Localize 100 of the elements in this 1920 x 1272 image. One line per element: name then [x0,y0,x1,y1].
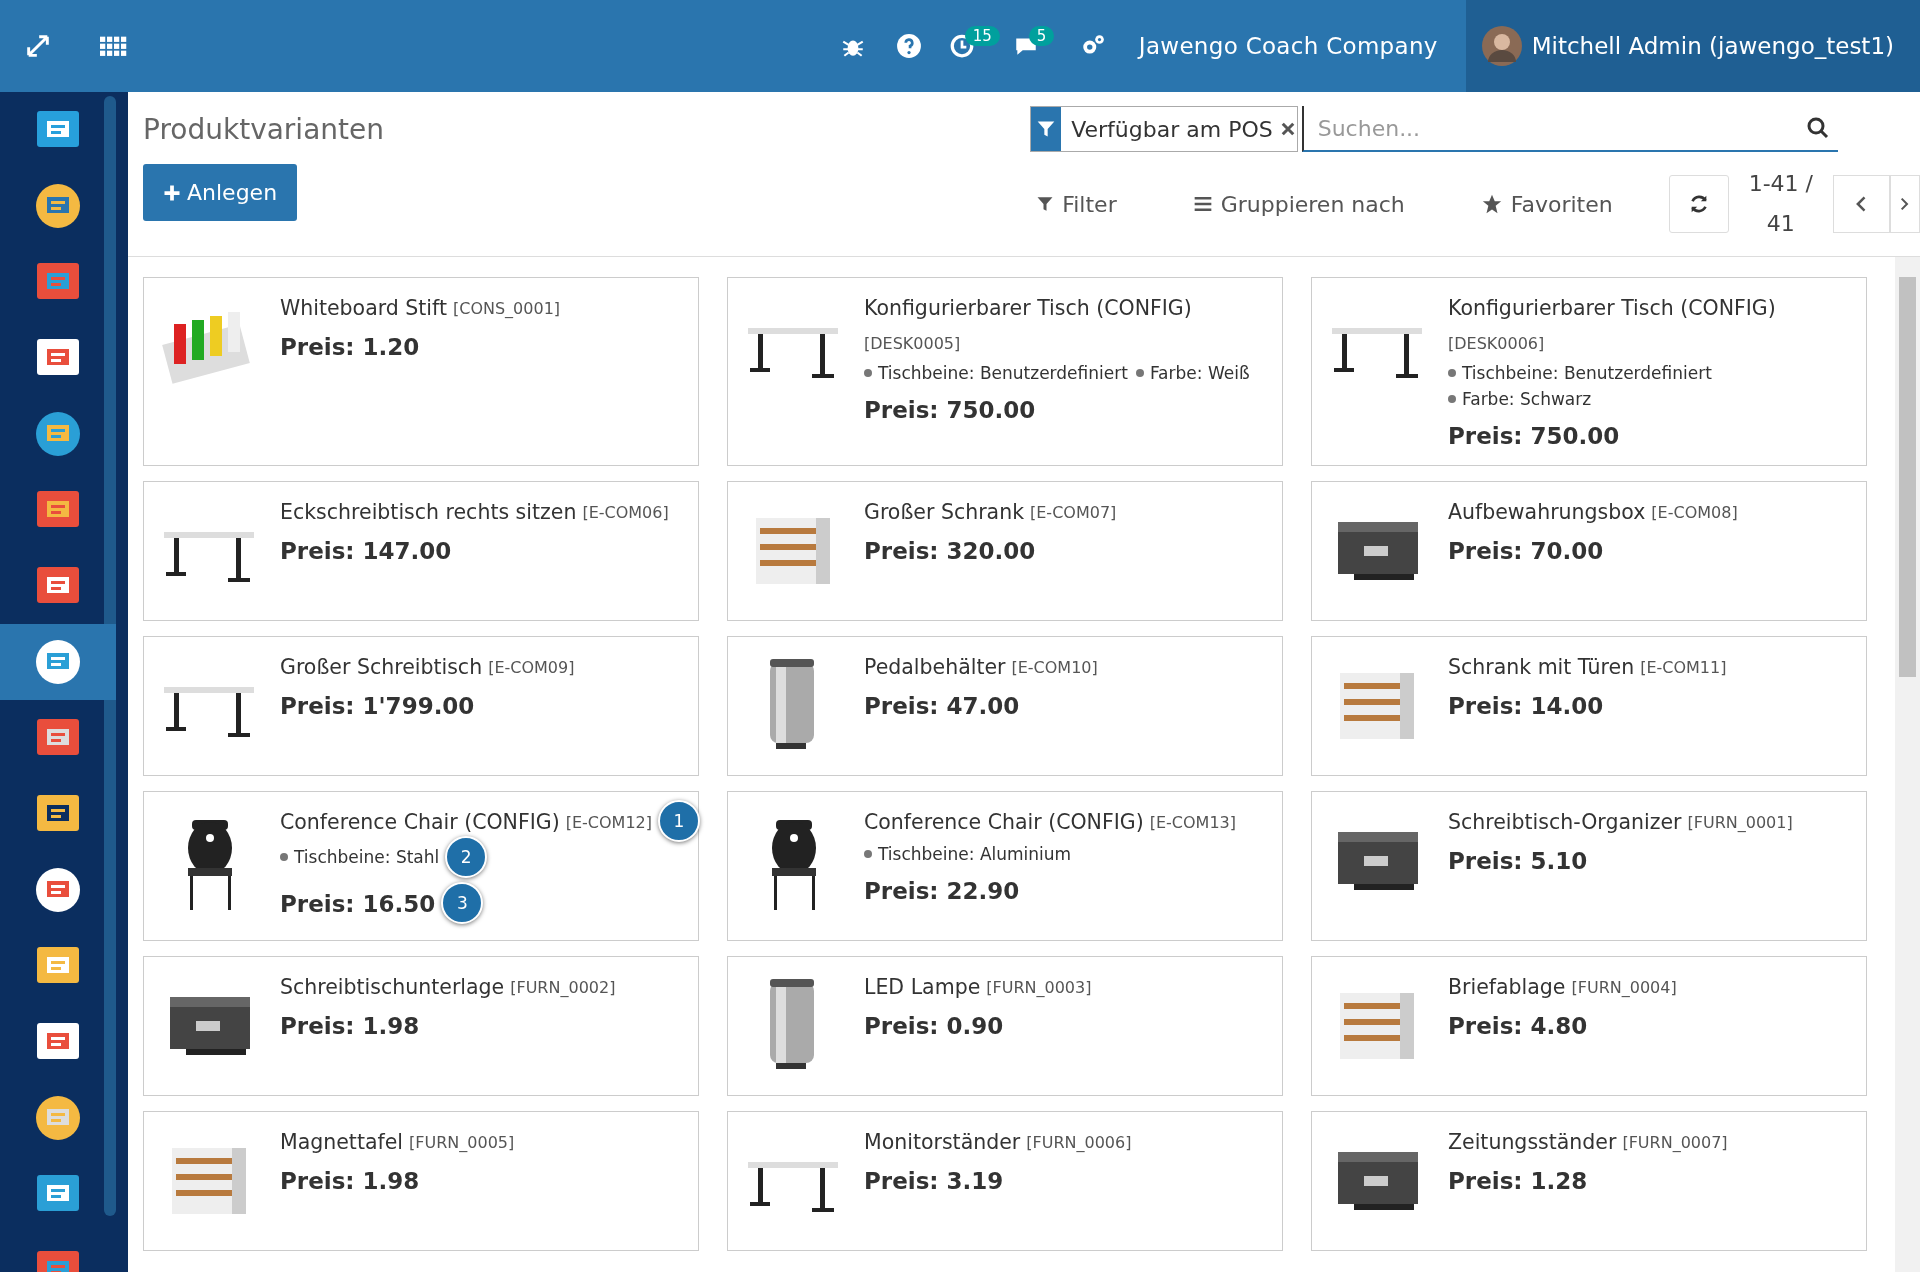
product-price: Preis: 1'799.00 [280,693,475,719]
product-reference: [FURN_0004] [1571,977,1677,997]
product-reference: [DESK0005] [864,334,962,353]
product-name: Großer Schreibtisch [280,655,483,679]
app-icon [33,181,83,231]
product-name: LED Lampe [864,975,981,999]
product-price: Preis: 1.20 [280,334,420,360]
product-name: Schreibtisch-Organizer [1448,810,1682,834]
product-card[interactable]: Briefablage [FURN_0004] Preis: 4.80 [1311,956,1867,1096]
product-price: Preis: 3.19 [864,1168,1004,1194]
product-card[interactable]: Eckschreibtisch rechts sitzen [E-COM06] Preis: 147.00 [143,481,699,621]
product-attribute: Farbe: Weiß [1135,363,1250,383]
product-card[interactable]: Großer Schrank [E-COM07] Preis: 320.00 [727,481,1283,621]
app-icon [33,1093,83,1143]
product-price: Preis: 16.50 [280,891,436,917]
product-attribute: Tischbeine: Aluminium [864,844,1072,864]
product-card[interactable]: Conference Chair (CONFIG) [E-COM12] 1 Tischbeine: Stahl 2 Preis: 16.50 3 [143,791,699,941]
product-reference: [FURN_0001] [1687,812,1793,832]
product-reference: [E-COM13] [1149,812,1236,832]
product-card[interactable]: Aufbewahrungsbox [E-COM08] Preis: 70.00 [1311,481,1867,621]
product-attribute: Tischbeine: Stahl [280,847,440,867]
product-price: Preis: 5.10 [1448,848,1588,874]
company-name[interactable]: Jawengo Coach Company [1138,33,1438,59]
scrollbar[interactable] [1895,257,1920,1272]
product-reference: [E-COM10] [1011,657,1098,677]
pager-range: 1-41 / [1748,170,1813,198]
group-by-button[interactable]: Gruppieren nach [1186,190,1411,218]
product-price: Preis: 22.90 [864,878,1020,904]
product-card[interactable]: Schrank mit Türen [E-COM11] Preis: 14.00 [1311,636,1867,776]
product-name: Zeitungsständer [1448,1130,1617,1154]
product-card[interactable]: Schreibtischunterlage [FURN_0002] Preis: 1.98 [143,956,699,1096]
product-name: Schrank mit Türen [1448,655,1635,679]
favorites-button[interactable]: Favoriten [1474,190,1619,218]
list-icon [1192,194,1213,214]
product-card[interactable]: Schreibtisch-Organizer [FURN_0001] Preis: 5.10 [1311,791,1867,941]
product-reference: [FURN_0003] [986,977,1092,997]
product-name: Pedalbehälter [864,655,1006,679]
refresh-button[interactable] [1668,175,1729,233]
product-card[interactable]: Monitorständer [FURN_0006] Preis: 3.19 [727,1111,1283,1251]
product-reference: [E-COM09] [488,657,575,677]
product-card[interactable]: LED Lampe [FURN_0003] Preis: 0.90 [727,956,1283,1096]
product-name: Eckschreibtisch rechts sitzen [280,500,577,524]
product-card[interactable]: Conference Chair (CONFIG) [E-COM13] Tischbeine: Aluminium Preis: 22.90 [727,791,1283,941]
product-card[interactable]: Großer Schreibtisch [E-COM09] Preis: 1'799.00 [143,636,699,776]
pager-total: 41 [1766,210,1795,238]
product-reference: [E-COM11] [1640,657,1727,677]
search-icon [1805,116,1830,140]
product-price: Preis: 1.28 [1448,1168,1588,1194]
product-name: Großer Schrank [864,500,1024,524]
product-attribute: Farbe: Schwarz [1448,389,1592,409]
search-field[interactable]: Suchen... [1301,106,1838,152]
product-price: Preis: 14.00 [1448,693,1604,719]
product-reference: [E-COM06] [582,502,669,522]
app-icon [33,637,83,687]
product-name: Conference Chair (CONFIG) [864,810,1144,834]
product-price: Preis: 4.80 [1448,1013,1588,1039]
star-icon [1480,193,1503,215]
help-icon [895,33,922,59]
product-card[interactable]: Zeitungsständer [FURN_0007] Preis: 1.28 [1311,1111,1867,1251]
product-card[interactable]: Konfigurierbarer Tisch (CONFIG) [DESK0006] Tischbeine: Benutzerdefiniert Farbe: Schwarz Preis: 750.00 [1311,277,1867,466]
product-name: Conference Chair (CONFIG) [280,810,560,834]
filter-button[interactable]: Filter [1030,190,1123,218]
product-card[interactable]: Whiteboard Stift [CONS_0001] Preis: 1.20 [143,277,699,466]
product-name: Briefablage [1448,975,1566,999]
app-icon [33,865,83,915]
product-reference: [FURN_0006] [1026,1132,1132,1152]
clock-icon [948,33,975,59]
tour-step-marker[interactable]: 1 [658,800,700,842]
app-icon [33,409,83,459]
filter-icon [1036,195,1055,213]
product-attribute: Tischbeine: Benutzerdefiniert [1448,363,1712,383]
product-name: Aufbewahrungsbox [1448,500,1646,524]
product-reference: [CONS_0001] [452,298,561,318]
product-name: Whiteboard Stift [280,296,447,320]
product-reference: [FURN_0007] [1622,1132,1728,1152]
activity-count-badge: 15 [964,26,1000,46]
product-price: Preis: 750.00 [864,397,1036,423]
product-card[interactable]: Pedalbehälter [E-COM10] Preis: 47.00 [727,636,1283,776]
product-reference: [FURN_0005] [409,1132,515,1152]
expand-icon [24,32,52,60]
product-reference: [FURN_0002] [510,977,616,997]
plus-icon [163,183,181,202]
product-reference: [E-COM08] [1651,502,1738,522]
product-card[interactable]: Magnettafel [FURN_0005] Preis: 1.98 [143,1111,699,1251]
create-button[interactable]: Anlegen [143,164,298,221]
filter-facet[interactable]: Verfügbar am POS [1030,106,1298,152]
product-price: Preis: 750.00 [1448,423,1620,449]
avatar [1481,26,1522,66]
message-count-badge: 5 [1028,26,1055,46]
product-name: Konfigurierbarer Tisch (CONFIG) [1448,296,1776,320]
product-card[interactable]: Konfigurierbarer Tisch (CONFIG) [DESK0005] Tischbeine: Benutzerdefiniert Farbe: Weiß Preis: 750.00 [727,277,1283,466]
tour-step-marker[interactable]: 3 [441,882,484,924]
product-name: Magnettafel [280,1130,404,1154]
product-reference: [E-COM07] [1030,502,1117,522]
product-reference: [E-COM12] [565,812,652,832]
product-name: Konfigurierbarer Tisch (CONFIG) [864,296,1192,320]
product-reference: [DESK0006] [1448,334,1546,353]
tour-step-marker[interactable]: 2 [445,836,488,878]
product-name: Monitorständer [864,1130,1021,1154]
scrollbar[interactable] [104,96,116,1216]
